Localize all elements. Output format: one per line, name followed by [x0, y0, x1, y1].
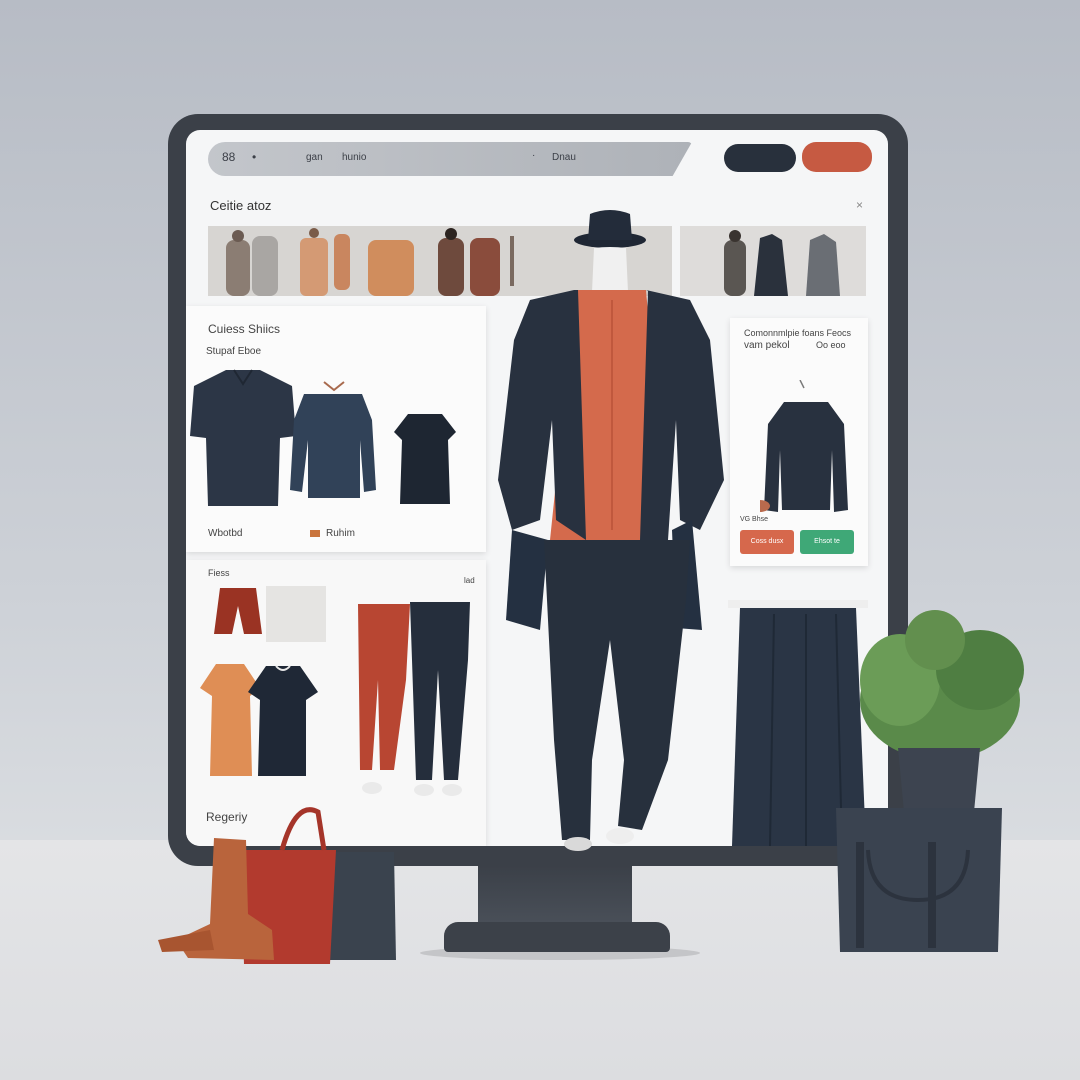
footer-label: Regeriy [206, 810, 248, 824]
navy-skirt[interactable] [726, 600, 876, 846]
promo-button-right[interactable]: Ehsot te [800, 530, 854, 554]
red-shorts[interactable] [206, 586, 326, 646]
shirts-title: Cuiess Shiics [208, 322, 281, 336]
promo-line1: Comonnmlpie foans Feocs [744, 328, 852, 338]
monitor-stand-neck [478, 862, 632, 926]
address-mid1: gan [306, 152, 323, 163]
address-bar[interactable]: 88 • gan hunio · Dnau [208, 142, 692, 176]
shirts-card[interactable]: Cuiess Shiics Stupaf Eboe Wbotbd Ruhim [186, 306, 486, 552]
banner-figure [252, 236, 278, 296]
account-button[interactable] [724, 144, 796, 172]
dot-icon: · [532, 150, 536, 161]
navy-blouse[interactable] [390, 410, 460, 506]
address-left: 88 [222, 150, 236, 164]
navy-tshirt[interactable] [248, 658, 318, 778]
banner-figure [368, 240, 414, 296]
close-icon[interactable]: × [856, 198, 863, 212]
banner-figure [510, 236, 514, 286]
navy-jacket[interactable] [760, 380, 852, 520]
navy-shirt[interactable] [188, 366, 298, 506]
promo-line3: Oo eoo [816, 340, 846, 350]
address-mid2: hunio [342, 152, 367, 163]
category-banner-right[interactable] [680, 226, 866, 296]
shirts-label-right: Ruhim [326, 528, 355, 539]
bottoms-title: Fiess [208, 568, 230, 578]
shirts-subtitle: Stupaf Eboe [206, 346, 262, 357]
panel-title: Ceitie atoz [210, 198, 272, 213]
cart-button[interactable] [802, 142, 872, 172]
trousers-pair[interactable] [352, 600, 476, 800]
lock-icon: • [252, 150, 257, 164]
promo-button-left[interactable]: Coss dusx [740, 530, 794, 554]
monitor-screen: 88 • gan hunio · Dnau Ceitie atoz × Cuie… [186, 130, 888, 846]
bottoms-card[interactable]: Fiess lad [186, 560, 486, 846]
navy-sweater[interactable] [290, 380, 376, 508]
banner-figure [806, 234, 840, 296]
promo-label: VG Bhse [740, 516, 769, 523]
color-swatch [310, 530, 320, 537]
shirts-label-left: Wbotbd [208, 528, 243, 539]
promo-line2: vam pekol [744, 340, 790, 351]
promo-card[interactable]: Comonnmlpie foans Feocs vam pekol Oo eoo… [730, 318, 868, 566]
monitor-stand-base [444, 922, 670, 952]
address-right: Dnau [552, 152, 576, 163]
category-banner[interactable] [208, 226, 672, 296]
bottoms-corner: lad [464, 576, 475, 585]
banner-figure [470, 238, 500, 296]
